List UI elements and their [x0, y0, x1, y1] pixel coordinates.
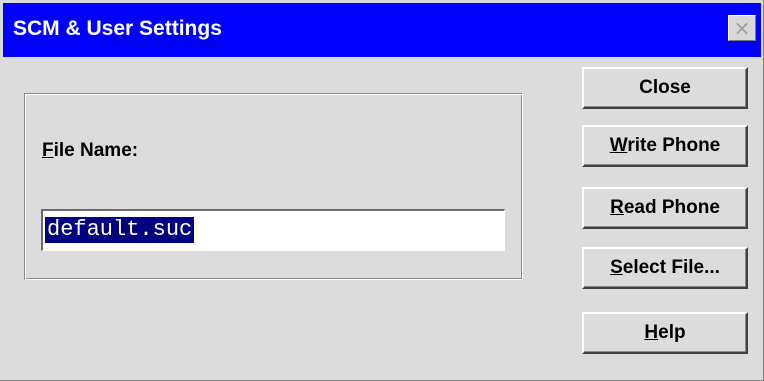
help-label-rest: elp	[658, 322, 686, 343]
write-phone-mnemonic: W	[609, 135, 628, 156]
close-button[interactable]: Close	[582, 67, 748, 109]
close-icon[interactable]: ×	[728, 15, 756, 41]
read-phone-mnemonic: R	[610, 197, 624, 218]
read-phone-label-rest: ead Phone	[623, 197, 720, 218]
read-phone-button[interactable]: Read Phone	[582, 187, 748, 229]
file-name-input[interactable]: default.suc	[41, 209, 505, 251]
file-name-value: default.suc	[45, 217, 195, 243]
select-file-label-rest: elect File...	[622, 257, 720, 278]
file-name-label-rest: ile Name:	[53, 140, 139, 161]
file-name-mnemonic: F	[42, 140, 54, 161]
select-file-button[interactable]: Select File...	[582, 247, 748, 289]
write-phone-label-rest: rite Phone	[627, 135, 721, 156]
close-button-label: Close	[639, 77, 691, 98]
window-title: SCM & User Settings	[13, 17, 222, 40]
dialog-window: SCM & User Settings × File Name: default…	[0, 0, 764, 381]
help-mnemonic: H	[644, 322, 659, 343]
title-bar[interactable]: SCM & User Settings ×	[3, 3, 761, 57]
help-button[interactable]: Help	[582, 312, 748, 354]
file-groupbox	[24, 93, 523, 280]
select-file-mnemonic: S	[610, 257, 623, 278]
file-name-label: File Name:	[42, 140, 138, 162]
write-phone-button[interactable]: Write Phone	[582, 125, 748, 167]
